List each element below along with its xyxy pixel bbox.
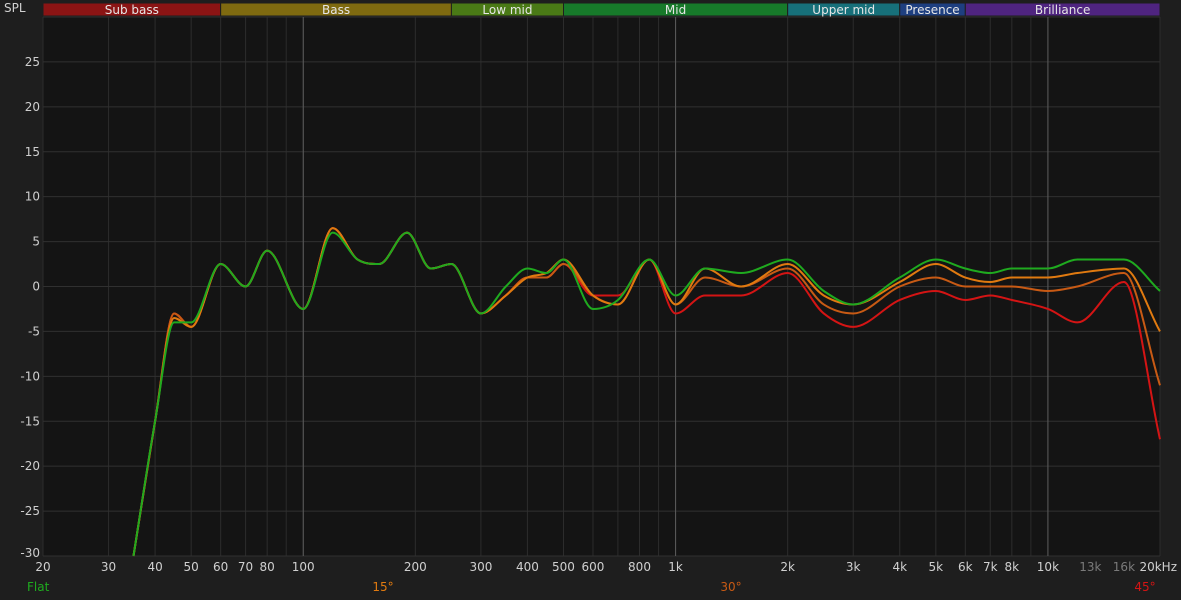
x-tick-label: 2k: [780, 560, 795, 574]
y-tick-label: 20: [25, 100, 40, 114]
y-tick-label: 5: [32, 235, 40, 249]
frequency-band-label: Presence: [905, 3, 959, 17]
x-tick-label: 600: [582, 560, 605, 574]
x-tick-label: 70: [238, 560, 253, 574]
x-tick-label: 200: [404, 560, 427, 574]
x-tick-label: 1k: [668, 560, 683, 574]
legend-entry: 30°: [720, 580, 741, 594]
legend-entry: 45°: [1134, 580, 1155, 594]
frequency-band-label: Mid: [665, 3, 686, 17]
y-tick-label: -25: [20, 504, 40, 518]
x-tick-label: 60: [213, 560, 228, 574]
frequency-response-chart: Sub bass Bass Low mid Mid Upper mid Presence B…: [0, 0, 1181, 600]
y-tick-label: -10: [20, 369, 40, 383]
x-tick-label: 13k: [1079, 560, 1101, 574]
x-tick-label: 8k: [1005, 560, 1020, 574]
y-tick-label: -30: [20, 546, 40, 560]
x-tick-label: 40: [147, 560, 162, 574]
x-tick-label: 100: [292, 560, 315, 574]
y-axis-label: SPL: [4, 1, 26, 15]
x-tick-label: 80: [260, 560, 275, 574]
x-tick-label: 800: [628, 560, 651, 574]
x-tick-label: 50: [184, 560, 199, 574]
x-tick-label: 30: [101, 560, 116, 574]
x-tick-label: 6k: [958, 560, 973, 574]
x-tick-label: 3k: [846, 560, 861, 574]
y-tick-label: 25: [25, 55, 40, 69]
frequency-band-label: Sub bass: [105, 3, 159, 17]
legend-entry: 15°: [372, 580, 393, 594]
x-tick-label: 20kHz: [1139, 560, 1177, 574]
x-tick-label: 5k: [929, 560, 944, 574]
x-tick-label: 500: [552, 560, 575, 574]
y-tick-label: -15: [20, 414, 40, 428]
x-tick-label: 7k: [983, 560, 998, 574]
x-tick-label: 300: [469, 560, 492, 574]
x-tick-label: 20: [35, 560, 50, 574]
x-tick-label: 4k: [892, 560, 907, 574]
legend-entry: Flat: [27, 580, 50, 594]
frequency-band-label: Low mid: [482, 3, 532, 17]
y-tick-label: 0: [32, 280, 40, 294]
y-tick-label: -5: [28, 324, 40, 338]
x-tick-label: 16k: [1113, 560, 1135, 574]
frequency-band-bar: Sub bass Bass Low mid Mid Upper mid Presence B…: [42, 2, 1161, 17]
x-tick-label: 400: [516, 560, 539, 574]
y-tick-label: 10: [25, 190, 40, 204]
frequency-band-label: Upper mid: [812, 3, 875, 17]
y-tick-label: -20: [20, 459, 40, 473]
frequency-band-label: Bass: [322, 3, 350, 17]
x-tick-label: 10k: [1037, 560, 1059, 574]
y-tick-label: 15: [25, 145, 40, 159]
frequency-band-label: Brilliance: [1035, 3, 1090, 17]
